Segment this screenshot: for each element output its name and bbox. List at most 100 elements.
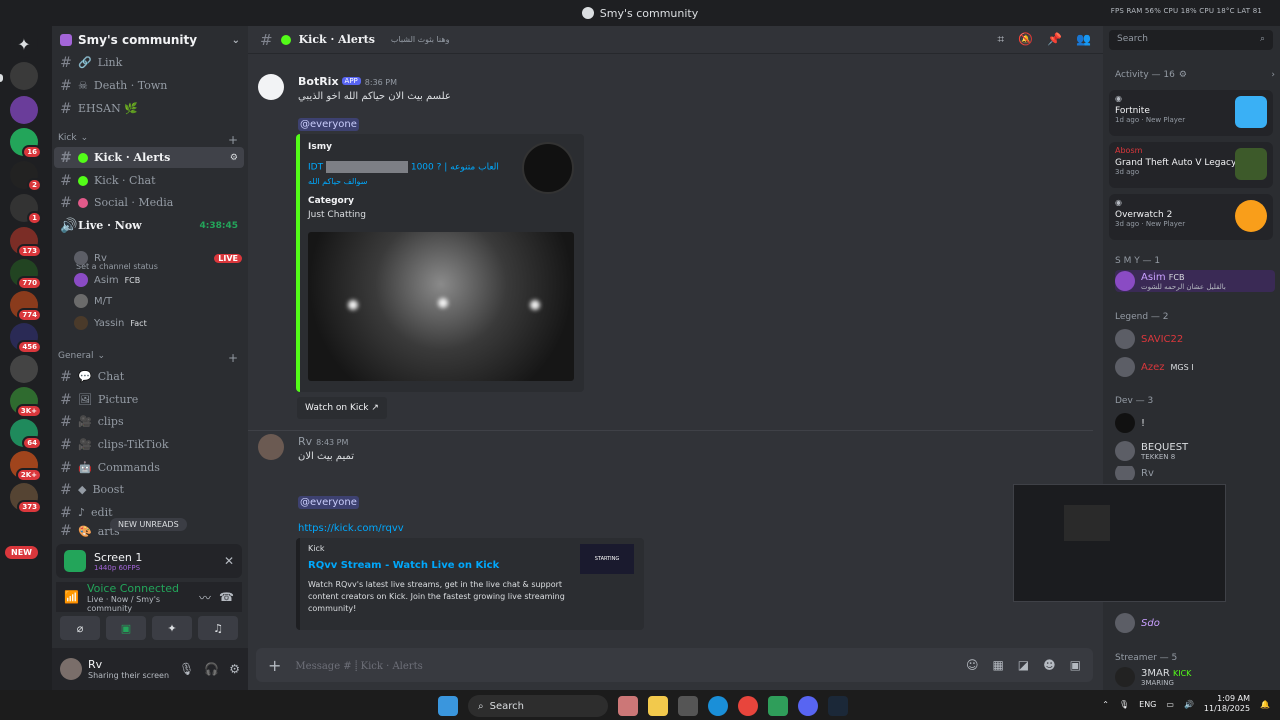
activities-button[interactable]: ✦ (152, 616, 192, 640)
signal-icon[interactable]: 📶 (64, 590, 79, 604)
add-channel-icon[interactable]: + (228, 351, 238, 365)
everyone-mention[interactable]: @everyone (298, 118, 359, 131)
new-unreads-pill[interactable]: NEW (5, 546, 38, 559)
home-discord-icon[interactable]: ✦ (10, 30, 38, 58)
apps-icon[interactable]: ▣ (1070, 658, 1081, 672)
member[interactable]: Sdo (1115, 612, 1275, 634)
gif-icon[interactable]: ▦ (992, 658, 1003, 672)
stream-thumbnail[interactable] (308, 232, 574, 381)
server-icon[interactable] (10, 355, 38, 383)
noise-suppression-icon[interactable]: 〰 (199, 589, 211, 606)
settings-gear-icon[interactable]: ⚙ (230, 153, 238, 163)
members-icon[interactable]: 👥 (1076, 32, 1091, 47)
chrome-icon[interactable] (738, 696, 758, 716)
screen-share-button[interactable]: ▣ (106, 616, 146, 640)
channel-kick-alerts[interactable]: # Kick · Alerts ⚙ (54, 147, 244, 168)
member[interactable]: Rv (1115, 466, 1275, 480)
embed-title-line2[interactable]: سوالف حياكم الله (308, 177, 367, 186)
member[interactable]: BEQUEST TEKKEN 8 (1115, 440, 1275, 462)
screen-share-preview[interactable] (1013, 484, 1226, 602)
threads-icon[interactable]: ⌗ (997, 32, 1004, 47)
channel-link[interactable]: # 🔗 Link (54, 52, 244, 73)
steam-icon[interactable] (828, 696, 848, 716)
kick-link[interactable]: https://kick.com/rqvv (298, 523, 1078, 534)
server-icon[interactable]: 774 (10, 291, 42, 322)
pin-icon[interactable]: 📌 (1047, 32, 1062, 47)
channel-boost[interactable]: # ◆ Boost (54, 479, 244, 500)
server-icon[interactable]: 2 (10, 161, 42, 192)
avatar[interactable] (258, 74, 284, 100)
avatar[interactable] (258, 434, 284, 460)
search-input[interactable]: Search ⌕ (1109, 30, 1273, 50)
new-unreads-button[interactable]: NEW UNREADS (110, 518, 187, 531)
message-author[interactable]: Rv (298, 435, 312, 448)
gear-icon[interactable]: ⚙ (1179, 70, 1187, 80)
server-icon[interactable]: 64 (10, 419, 42, 450)
embed-title[interactable]: RQvv Stream - Watch Live on Kick (308, 560, 499, 571)
member[interactable]: SAVIC22 (1115, 328, 1275, 350)
voice-user[interactable]: M/T (74, 291, 242, 311)
server-icon[interactable]: 1 (10, 194, 42, 225)
chevron-up-icon[interactable]: ⌃ (1102, 700, 1109, 709)
taskbar-search[interactable]: ⌕ Search (468, 695, 608, 717)
gift-icon[interactable]: ☺ (966, 658, 979, 672)
volume-icon[interactable]: 🔊 (1184, 700, 1194, 709)
channel-ehsan[interactable]: # EHSAN 🌿 (54, 98, 244, 119)
channel-picture[interactable]: # 🖼 Picture (54, 389, 244, 410)
watch-on-kick-button[interactable]: Watch on Kick ↗ (297, 397, 387, 419)
channel-chat[interactable]: # 💬 Chat (54, 366, 244, 387)
channel-clips-tiktiok[interactable]: # 🎥 clips-TikTiok (54, 434, 244, 455)
voice-channel-path[interactable]: Live · Now / Smy's community (87, 595, 191, 613)
channel-topic[interactable]: وهنا بثوث الشباب (391, 35, 450, 44)
embed-thumbnail[interactable]: STARTING (580, 544, 634, 574)
server-icon[interactable]: 173 (10, 227, 42, 258)
microphone-icon[interactable]: 🎙 (179, 662, 194, 676)
server-icon[interactable]: 2K+ (10, 451, 42, 482)
member[interactable]: 3MAR KICK 3MARING (1115, 666, 1275, 688)
member[interactable]: ! (1115, 412, 1275, 434)
category-general[interactable]: General ⌄ + (58, 351, 238, 365)
add-attachment-icon[interactable]: + (268, 656, 281, 675)
network-icon[interactable]: ▭ (1166, 700, 1174, 709)
message-input[interactable]: Message # ⸽ Kick · Alerts (295, 658, 422, 672)
voice-channel-live-now[interactable]: 🔊 Live · Now 4:38:45 (54, 215, 244, 236)
server-icon[interactable]: 770 (10, 259, 42, 290)
everyone-mention[interactable]: @everyone (298, 496, 359, 509)
gear-icon[interactable]: ⚙ (229, 662, 240, 676)
category-kick[interactable]: Kick ⌄ + (58, 133, 238, 147)
server-header[interactable]: Smy's community ⌄ (52, 26, 248, 54)
app-icon[interactable] (768, 696, 788, 716)
emoji-icon[interactable]: ☻ (1043, 658, 1056, 672)
clock[interactable]: 1:09 AM 11/18/2025 (1204, 694, 1250, 714)
channel-kick-chat[interactable]: # Kick · Chat (54, 170, 244, 191)
activity-card[interactable]: ◉ Overwatch 2 3d ago · New Player (1109, 194, 1273, 240)
message-author[interactable]: BotRix (298, 75, 339, 88)
channel-death-town[interactable]: # ☠ Death · Town (54, 75, 244, 96)
discord-taskbar-icon[interactable] (798, 696, 818, 716)
voice-user[interactable]: Asim FCB (74, 270, 242, 290)
chevron-right-icon[interactable]: › (1271, 70, 1275, 80)
disconnect-icon[interactable]: ☎ (219, 590, 234, 604)
avatar[interactable] (60, 658, 82, 680)
windows-start-icon[interactable] (438, 696, 458, 716)
embed-author[interactable]: Ismy (308, 142, 332, 152)
member[interactable]: Azez MGS I (1115, 356, 1275, 378)
server-icon[interactable]: 373 (10, 483, 42, 514)
edge-icon[interactable] (708, 696, 728, 716)
microphone-icon[interactable]: 🎙 (1119, 700, 1129, 709)
headphones-icon[interactable]: 🎧 (204, 662, 219, 676)
channel-clips[interactable]: # 🎥 clips (54, 411, 244, 432)
copilot-icon[interactable] (618, 696, 638, 716)
notification-bell-icon[interactable]: 🔔 (1260, 700, 1270, 709)
sticker-icon[interactable]: ◪ (1018, 658, 1029, 672)
mute-bell-icon[interactable]: 🔕 (1018, 32, 1033, 47)
embed-title[interactable]: IDT 1000 ? | العاب متنوعه (308, 161, 499, 173)
server-icon[interactable]: 3K+ (10, 387, 42, 418)
server-icon[interactable]: 16 (10, 128, 42, 159)
voice-user[interactable]: Yassin Fact (74, 313, 242, 333)
language-indicator[interactable]: ENG (1139, 700, 1156, 709)
server-icon[interactable] (10, 96, 38, 124)
soundboard-button[interactable]: ♫ (198, 616, 238, 640)
voice-user[interactable]: Rv LIVE (74, 248, 242, 268)
server-icon[interactable] (10, 62, 38, 90)
